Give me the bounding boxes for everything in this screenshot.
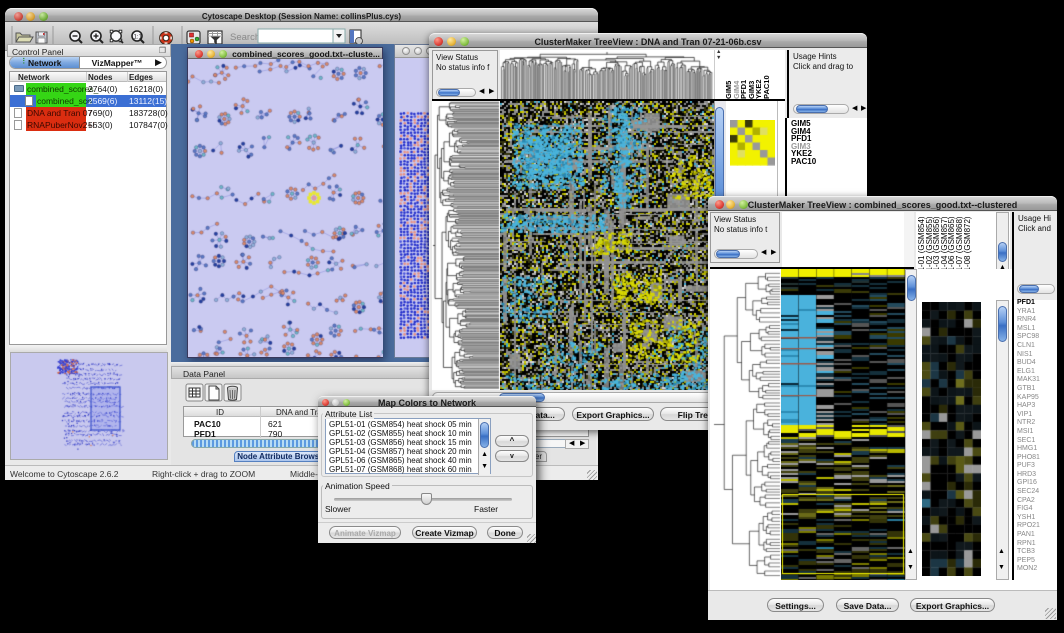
svg-text:1:1: 1:1 bbox=[134, 35, 143, 41]
